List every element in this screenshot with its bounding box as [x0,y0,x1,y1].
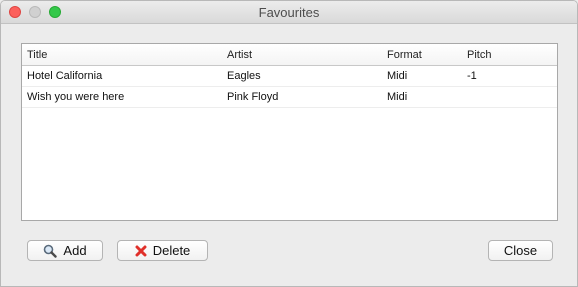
cell-format: Midi [387,91,408,103]
column-header-title[interactable]: Title [27,49,47,61]
cell-artist: Eagles [227,70,261,82]
column-header-pitch[interactable]: Pitch [467,49,491,61]
cell-artist: Pink Floyd [227,91,279,103]
cell-title: Hotel California [27,70,103,82]
cell-title: Wish you were here [27,91,125,103]
add-button-label: Add [63,243,87,258]
window-title: Favourites [258,5,320,20]
favourites-window: Favourites Title Artist Format Pitch Hot… [0,0,578,287]
close-button[interactable]: Close [488,240,553,261]
delete-button[interactable]: Delete [117,240,208,261]
favourites-table[interactable]: Title Artist Format Pitch Hotel Californ… [21,43,558,221]
column-header-format[interactable]: Format [387,49,422,61]
title-bar: Favourites [1,1,577,24]
cell-pitch: -1 [467,70,477,82]
cell-format: Midi [387,70,408,82]
red-x-icon [135,245,147,257]
delete-button-label: Delete [152,243,191,258]
table-header: Title Artist Format Pitch [22,44,557,66]
column-header-artist[interactable]: Artist [227,49,252,61]
close-button-label: Close [503,243,538,258]
table-row[interactable]: Wish you were here Pink Floyd Midi [22,87,557,108]
add-button[interactable]: Add [27,240,103,261]
table-row[interactable]: Hotel California Eagles Midi -1 [22,66,557,87]
magnifier-icon [43,244,58,258]
